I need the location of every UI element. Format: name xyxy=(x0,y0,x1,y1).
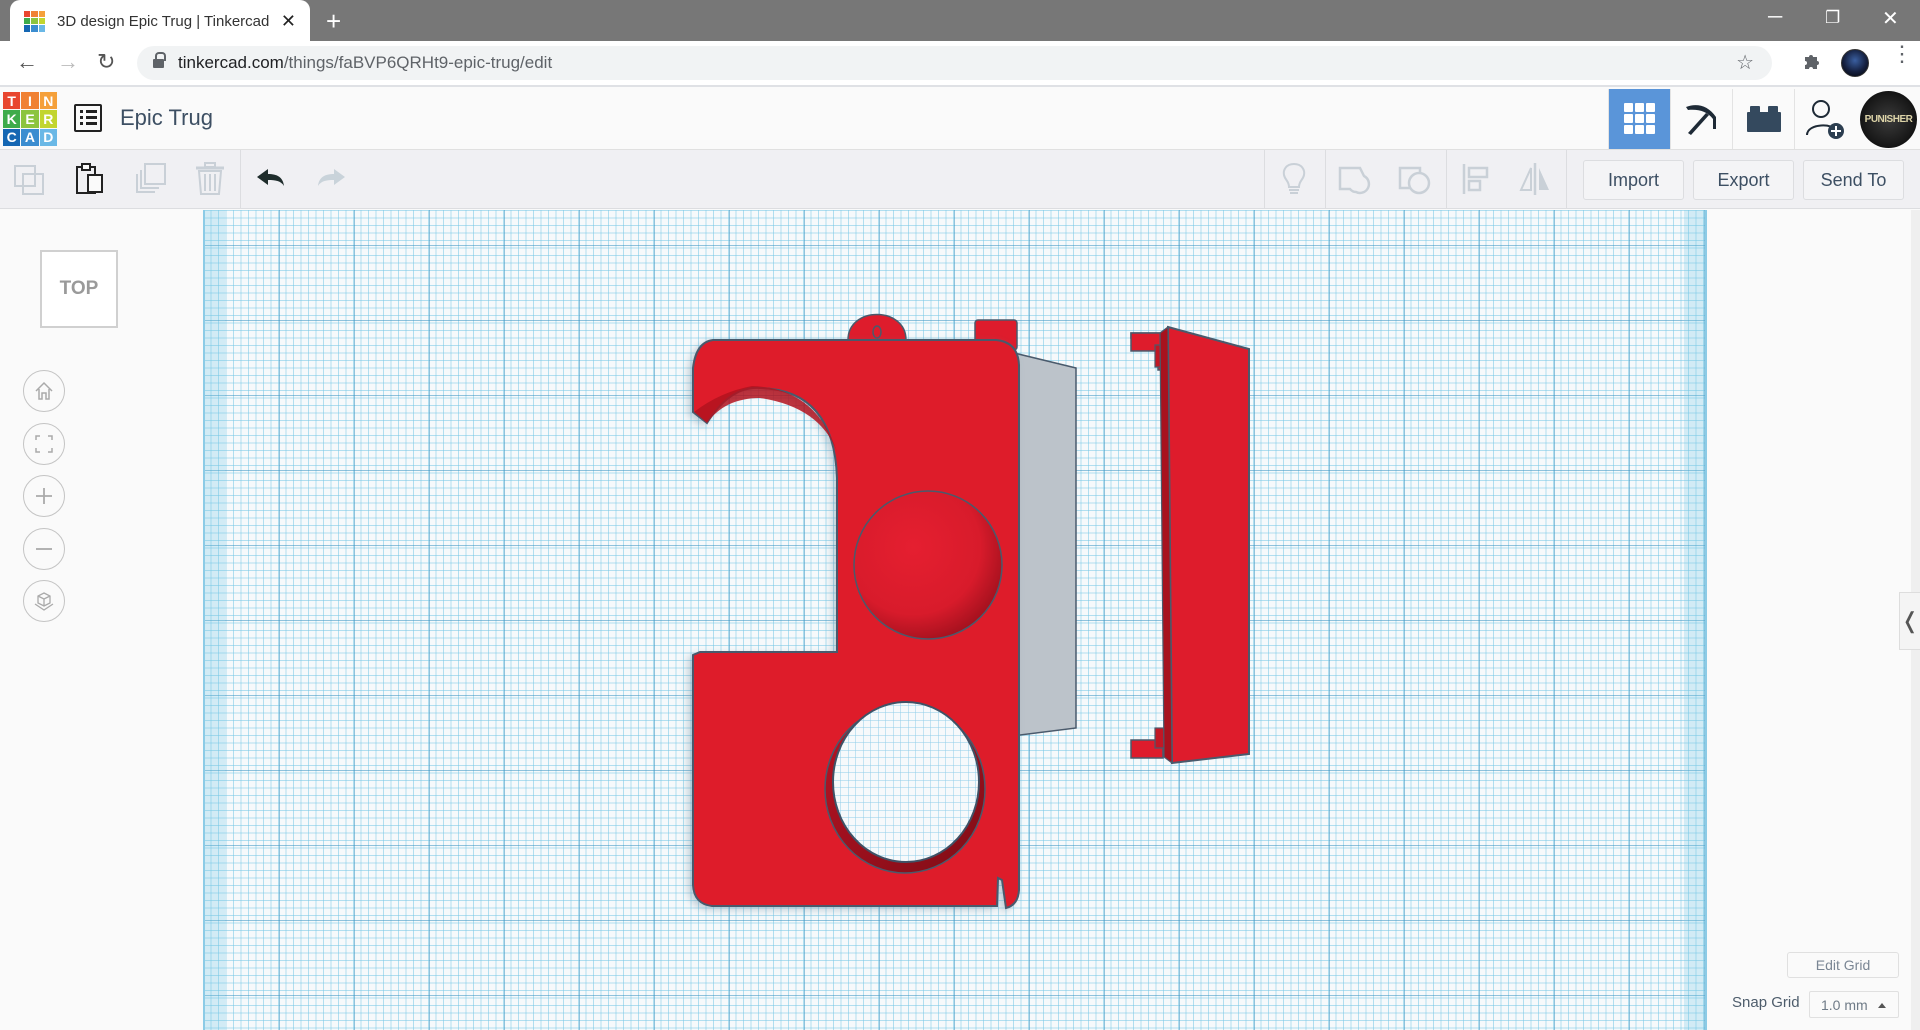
fit-all-button[interactable] xyxy=(23,423,65,465)
cube-perspective-icon xyxy=(34,592,54,611)
perspective-button[interactable] xyxy=(23,580,65,622)
browser-tab-strip: 3D design Epic Trug | Tinkercad ✕ + ─ ❐ … xyxy=(0,0,1920,42)
undo-icon[interactable] xyxy=(255,162,289,196)
logo-letter: C xyxy=(3,128,21,146)
minimize-icon[interactable]: ─ xyxy=(1768,6,1782,29)
pickaxe-icon xyxy=(1685,105,1716,135)
delete-trash-icon[interactable] xyxy=(193,162,227,196)
edit-grid-button[interactable]: Edit Grid xyxy=(1787,952,1899,978)
bookmark-star-icon[interactable]: ☆ xyxy=(1736,50,1754,75)
user-avatar[interactable]: PUNISHER xyxy=(1860,91,1917,148)
brick-icon xyxy=(1746,106,1781,132)
logo-letter: T xyxy=(3,92,21,110)
plus-icon xyxy=(36,488,52,504)
snap-grid-label: Snap Grid xyxy=(1732,994,1800,1011)
design-title[interactable]: Epic Trug xyxy=(120,105,213,131)
3d-scene[interactable] xyxy=(0,210,1920,1030)
view-cube[interactable]: TOP xyxy=(40,250,118,328)
redo-icon[interactable] xyxy=(313,162,347,196)
app-header: T I N K E R C A D Epic Trug PUNISHER xyxy=(0,89,1920,150)
invite-user-button[interactable] xyxy=(1794,89,1856,149)
browser-toolbar: ← → ↻ tinkercad.com/things/faBVP6QRHt9-e… xyxy=(0,41,1920,87)
duplicate-icon[interactable] xyxy=(133,162,167,196)
logo-letter: K xyxy=(3,110,21,128)
toolbar-divider xyxy=(1264,150,1265,209)
edit-toolbar: Import Export Send To xyxy=(0,150,1920,209)
address-bar[interactable]: tinkercad.com/things/faBVP6QRHt9-epic-tr… xyxy=(137,46,1772,80)
lid-piece[interactable] xyxy=(1130,325,1250,765)
add-user-icon xyxy=(1805,100,1844,139)
toolbar-divider xyxy=(1446,150,1447,209)
codeblocks-button[interactable] xyxy=(1670,89,1732,149)
notes-lightbulb-icon[interactable] xyxy=(1277,162,1311,196)
grid-icon xyxy=(1623,103,1655,134)
expand-panel-chevron-icon[interactable]: ❬ xyxy=(1899,592,1920,650)
lock-icon xyxy=(153,52,166,69)
hanging-loop[interactable] xyxy=(847,313,907,341)
reload-icon[interactable]: ↻ xyxy=(97,49,115,75)
logo-letter: N xyxy=(39,92,57,110)
extensions-puzzle-icon[interactable] xyxy=(1802,51,1822,76)
align-icon[interactable] xyxy=(1459,162,1493,196)
logo-letter: A xyxy=(21,128,39,146)
3d-design-view-button[interactable] xyxy=(1608,89,1670,149)
logo-letter: E xyxy=(21,110,39,128)
home-icon xyxy=(35,381,53,400)
logo-letter: I xyxy=(21,92,39,110)
minus-icon xyxy=(36,548,52,550)
mirror-icon[interactable] xyxy=(1518,162,1552,196)
design-list-icon[interactable] xyxy=(74,104,102,132)
tinkercad-logo[interactable]: T I N K E R C A D xyxy=(3,92,57,146)
close-window-icon[interactable]: ✕ xyxy=(1882,6,1899,31)
toolbar-divider xyxy=(1325,150,1326,209)
browser-profile-avatar[interactable] xyxy=(1841,49,1869,77)
copy-icon[interactable] xyxy=(13,162,47,196)
back-icon[interactable]: ← xyxy=(16,49,38,75)
logo-letter: D xyxy=(39,128,57,146)
toolbar-divider xyxy=(240,150,241,209)
design-canvas[interactable]: TOP ❬ Edit Grid Snap Grid 1.0 mm xyxy=(0,210,1920,1030)
ungroup-icon[interactable] xyxy=(1398,162,1432,196)
restore-icon[interactable]: ❐ xyxy=(1825,8,1840,28)
forward-icon[interactable]: → xyxy=(57,49,79,75)
import-button[interactable]: Import xyxy=(1583,160,1684,200)
tinkercad-favicon-icon xyxy=(24,10,45,32)
fit-view-icon xyxy=(35,435,53,453)
zoom-in-button[interactable] xyxy=(23,475,65,517)
export-button[interactable]: Export xyxy=(1693,160,1794,200)
home-view-button[interactable] xyxy=(23,370,65,412)
new-tab-button[interactable]: + xyxy=(326,6,341,37)
logo-letter: R xyxy=(39,110,57,128)
toolbar-divider xyxy=(1566,150,1567,209)
snap-grid-select[interactable]: 1.0 mm xyxy=(1809,991,1899,1018)
group-icon[interactable] xyxy=(1338,162,1372,196)
sphere[interactable] xyxy=(853,490,1003,640)
browser-tab[interactable]: 3D design Epic Trug | Tinkercad ✕ xyxy=(10,0,310,42)
tab-title: 3D design Epic Trug | Tinkercad xyxy=(57,12,270,30)
url-text: tinkercad.com/things/faBVP6QRHt9-epic-tr… xyxy=(178,53,553,72)
send-to-button[interactable]: Send To xyxy=(1803,160,1904,200)
zoom-out-button[interactable] xyxy=(23,528,65,570)
browser-menu-icon[interactable]: ⋮ xyxy=(1891,43,1913,65)
close-tab-icon[interactable]: ✕ xyxy=(281,11,296,32)
paste-icon[interactable] xyxy=(73,162,107,196)
bricks-button[interactable] xyxy=(1732,89,1794,149)
